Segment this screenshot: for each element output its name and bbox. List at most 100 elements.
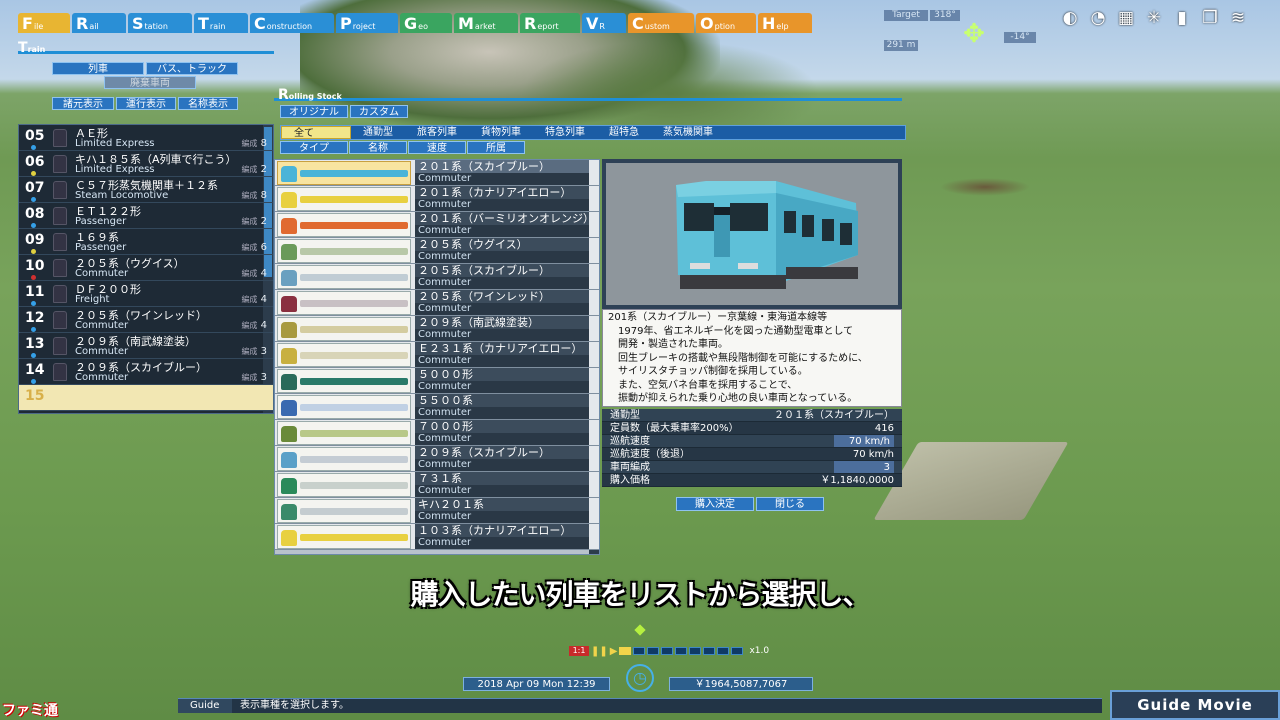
speed-segment[interactable] xyxy=(647,647,660,655)
category-4[interactable]: 特急列車 xyxy=(533,126,597,139)
ratio-badge[interactable]: 1:1 xyxy=(569,646,589,656)
spec-value: ２０１系（スカイブルー） xyxy=(774,410,894,421)
menu-label: ile xyxy=(33,22,44,31)
tab-trains[interactable]: 列車 xyxy=(52,62,144,75)
compass-icon[interactable]: ✥ xyxy=(954,16,994,52)
menu-geo[interactable]: Geo xyxy=(400,13,452,33)
rolling-stock-list: ２０１系（スカイブルー） Commuter ２０１系（カナリアイエロー） Commut… xyxy=(274,159,600,555)
train-row[interactable]: 06 キハ１８５系（A列車で行こう） Limited Express 編成 2 xyxy=(19,151,273,177)
menu-rail[interactable]: Rail xyxy=(72,13,126,33)
layers-icon[interactable]: ≋ xyxy=(1228,8,1248,28)
tab-original[interactable]: オリジナル xyxy=(280,105,348,118)
pause-icon[interactable]: ❚❚ xyxy=(591,646,608,657)
stock-item[interactable]: ２０５系（ウグイス） Commuter xyxy=(275,238,599,264)
speed-segment[interactable] xyxy=(633,647,646,655)
speed-segment[interactable] xyxy=(731,647,744,655)
train-row[interactable]: 09 １６９系 Passenger 編成 6 xyxy=(19,229,273,255)
sort-3[interactable]: 所属 xyxy=(467,141,525,154)
speed-segment[interactable] xyxy=(675,647,688,655)
spec-row: 巡航速度（後退） 70 km/h xyxy=(602,448,902,461)
speed-segment[interactable] xyxy=(619,647,632,655)
book-icon[interactable]: ▮ xyxy=(1172,8,1192,28)
stock-item[interactable]: ２０１系（スカイブルー） Commuter xyxy=(275,160,599,186)
stock-name: ５５００系 xyxy=(415,394,589,407)
stock-item[interactable]: １０３系（カナリアイエロー） Commuter xyxy=(275,524,599,550)
grid-icon[interactable]: ▦ xyxy=(1116,8,1136,28)
menu-station[interactable]: Station xyxy=(128,13,192,33)
sort-0[interactable]: タイプ xyxy=(280,141,348,154)
stock-item[interactable]: ７０００形 Commuter xyxy=(275,420,599,446)
menu-initial: G xyxy=(404,14,418,33)
cars-icon xyxy=(300,534,408,541)
tab-name-view[interactable]: 名称表示 xyxy=(178,97,238,110)
stock-item[interactable]: ７３１系 Commuter xyxy=(275,472,599,498)
stock-item[interactable]: Ｅ２３１系（カナリアイエロー） Commuter xyxy=(275,342,599,368)
station-platform xyxy=(873,442,1069,520)
target-label[interactable]: Target xyxy=(884,10,928,21)
menu-train[interactable]: Train xyxy=(194,13,248,33)
stock-item[interactable]: キハ２０１系 Commuter xyxy=(275,498,599,524)
stock-item[interactable]: ５５００系 Commuter xyxy=(275,394,599,420)
menu-construction[interactable]: Construction xyxy=(250,13,334,33)
timer-icon[interactable]: ◔ xyxy=(1088,8,1108,28)
stock-item[interactable]: ２０９系（南武線塗装） Commuter xyxy=(275,316,599,342)
category-0[interactable]: 全て xyxy=(281,126,351,139)
sort-2[interactable]: 速度 xyxy=(408,141,466,154)
train-row[interactable]: 07 Ｃ５７形蒸気機関車＋１２系 Steam Locomotive 編成 8 xyxy=(19,177,273,203)
train-category: Passenger xyxy=(75,216,127,227)
stock-item[interactable]: ２０１系（カナリアイエロー） Commuter xyxy=(275,186,599,212)
train-silhouette-icon xyxy=(53,155,67,173)
speed-segment[interactable] xyxy=(689,647,702,655)
menu-market[interactable]: Market xyxy=(454,13,518,33)
menu-vr[interactable]: VR xyxy=(582,13,626,33)
train-row[interactable]: 13 ２０９系（南武線塗装） Commuter 編成 3 xyxy=(19,333,273,359)
clock-icon[interactable]: ◷ xyxy=(626,664,654,692)
sparkle-icon[interactable]: ✳ xyxy=(1144,8,1164,28)
purchase-button[interactable]: 購入決定 xyxy=(676,497,754,511)
menu-file[interactable]: File xyxy=(18,13,70,33)
menu-report[interactable]: Report xyxy=(520,13,580,33)
cars-label: 編成 xyxy=(241,321,258,330)
close-button[interactable]: 閉じる xyxy=(756,497,824,511)
menu-option[interactable]: Option xyxy=(696,13,756,33)
tab-bus-truck[interactable]: バス、トラック xyxy=(146,62,238,75)
menu-custom[interactable]: Custom xyxy=(628,13,694,33)
menu-help[interactable]: Help xyxy=(758,13,812,33)
train-thumbnail xyxy=(277,525,411,549)
train-row-empty[interactable]: 15 xyxy=(19,385,273,411)
category-5[interactable]: 超特急 xyxy=(597,126,651,139)
stock-item[interactable]: ２０５系（スカイブルー） Commuter xyxy=(275,264,599,290)
train-number: 10 xyxy=(25,258,45,274)
speed-segment[interactable] xyxy=(717,647,730,655)
speed-segment[interactable] xyxy=(703,647,716,655)
train-row[interactable]: 11 ＤＦ２００形 Freight 編成 4 xyxy=(19,281,273,307)
train-cars: 編成 4 xyxy=(241,268,267,279)
sort-1[interactable]: 名称 xyxy=(349,141,407,154)
locomotive-icon xyxy=(281,244,297,260)
cars-label: 編成 xyxy=(241,191,258,200)
tab-custom[interactable]: カスタム xyxy=(350,105,408,118)
stock-item[interactable]: ２０１系（バーミリオンオレンジ） Commuter xyxy=(275,212,599,238)
stock-item[interactable]: ２０５系（ワインレッド） Commuter xyxy=(275,290,599,316)
planet-icon[interactable]: ◐ xyxy=(1060,8,1080,28)
category-2[interactable]: 旅客列車 xyxy=(405,126,469,139)
train-row[interactable]: 14 ２０９系（スカイブルー） Commuter 編成 3 xyxy=(19,359,273,385)
category-1[interactable]: 通勤型 xyxy=(351,126,405,139)
train-row[interactable]: 05 ＡＥ形 Limited Express 編成 8 xyxy=(19,125,273,151)
stock-item[interactable]: ２０９系（スカイブルー） Commuter xyxy=(275,446,599,472)
category-3[interactable]: 貨物列車 xyxy=(469,126,533,139)
speed-segment[interactable] xyxy=(661,647,674,655)
menu-initial: F xyxy=(22,14,33,33)
camera-hud: Target 318° ✥ 291 m -14° xyxy=(884,10,1036,52)
stock-item[interactable]: ５０００形 Commuter xyxy=(275,368,599,394)
menu-project[interactable]: Project xyxy=(336,13,398,33)
train-row[interactable]: 08 ＥＴ１２２形 Passenger 編成 2 xyxy=(19,203,273,229)
category-6[interactable]: 蒸気機関車 xyxy=(651,126,725,139)
tab-specs-view[interactable]: 諸元表示 xyxy=(52,97,114,110)
train-row[interactable]: 10 ２０５系（ウグイス） Commuter 編成 4 xyxy=(19,255,273,281)
play-icon[interactable]: ▶ xyxy=(610,646,618,657)
train-row[interactable]: 12 ２０５系（ワインレッド） Commuter 編成 4 xyxy=(19,307,273,333)
cards-icon[interactable]: ❐ xyxy=(1200,8,1220,28)
tab-scrapped[interactable]: 廃棄車両 xyxy=(104,76,196,89)
tab-operation-view[interactable]: 運行表示 xyxy=(116,97,176,110)
